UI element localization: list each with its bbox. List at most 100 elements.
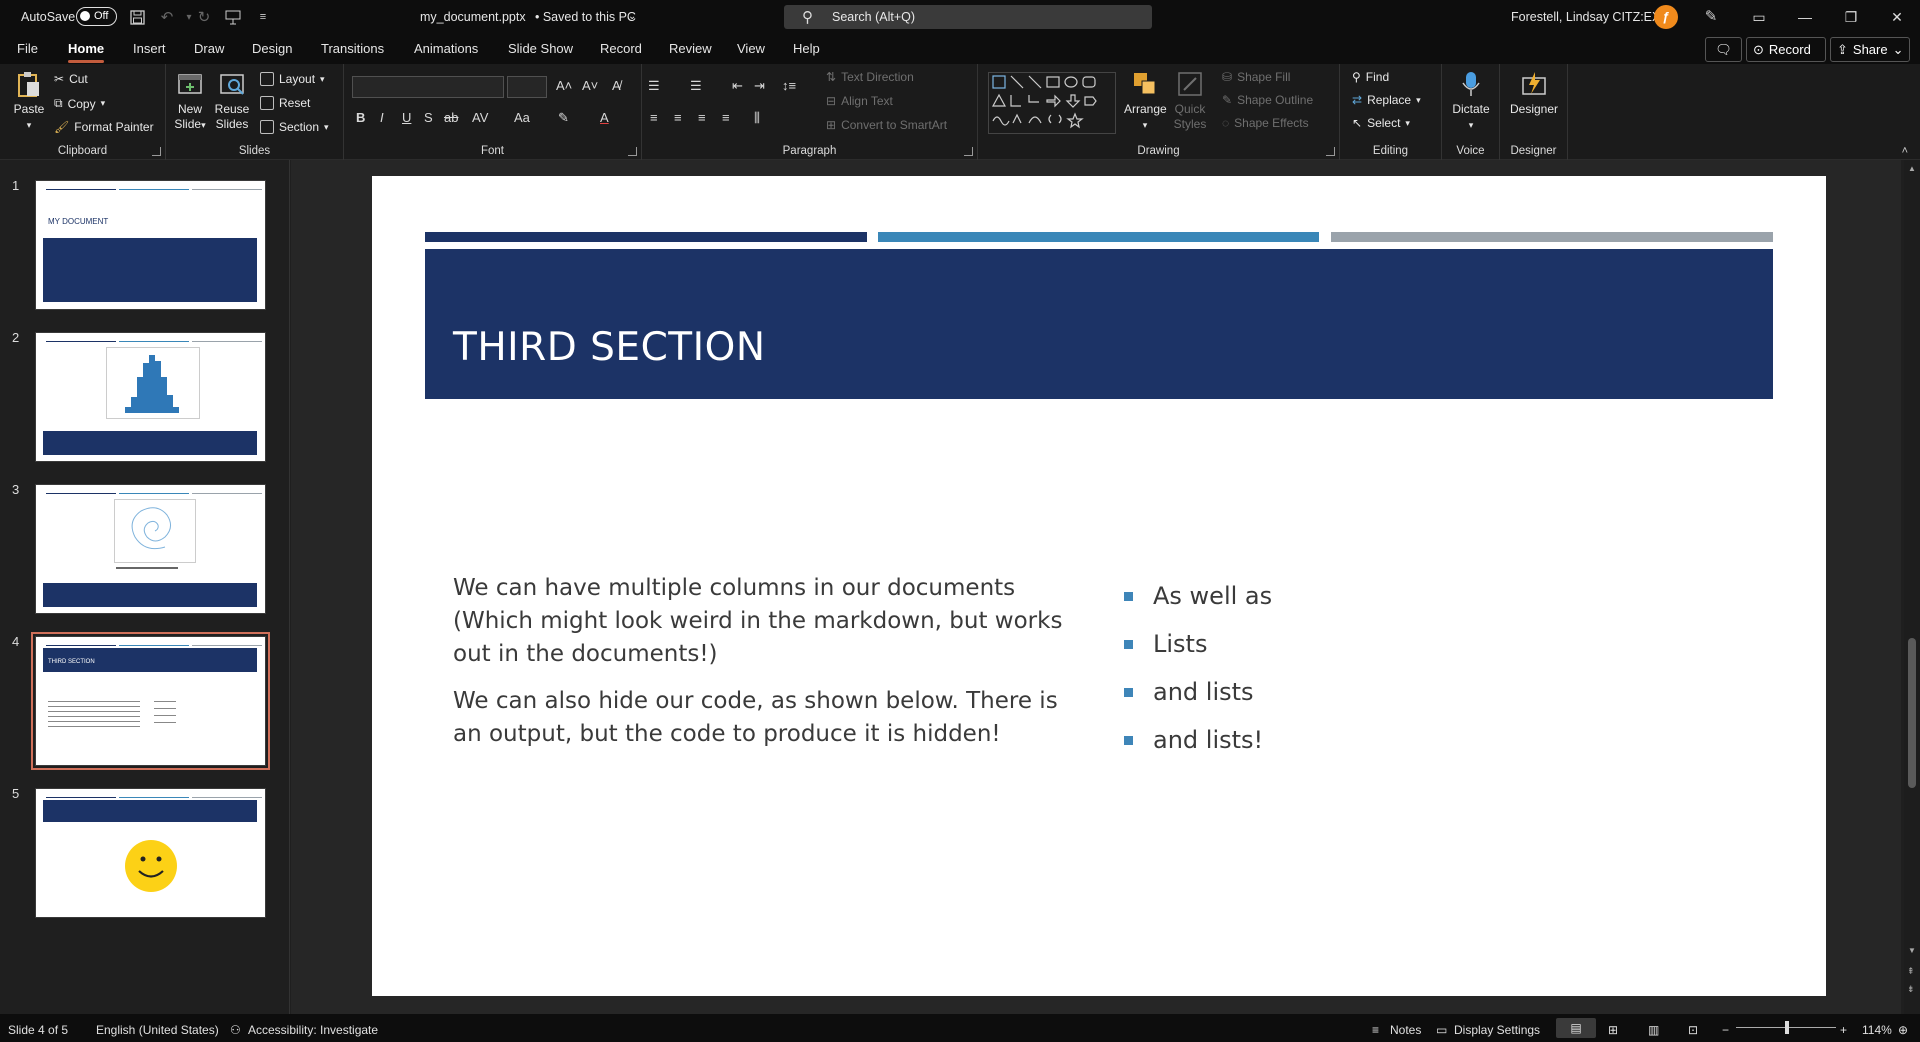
tab-insert[interactable]: Insert (133, 41, 166, 56)
slide-thumbnail-4[interactable]: THIRD SECTION (31, 632, 270, 770)
character-spacing-icon[interactable]: AV (472, 110, 488, 125)
text-direction-button[interactable]: ⇅ Text Direction (826, 70, 914, 84)
tab-slide-show[interactable]: Slide Show (508, 41, 573, 56)
search-box[interactable]: ⚲ Search (Alt+Q) (784, 5, 1152, 29)
zoom-in-icon[interactable]: + (1840, 1023, 1847, 1037)
italic-icon[interactable]: I (380, 110, 384, 125)
display-settings-button[interactable]: Display Settings (1454, 1023, 1540, 1037)
language-status[interactable]: English (United States) (96, 1023, 219, 1037)
next-slide-icon[interactable]: ⇟ (1907, 984, 1915, 995)
accessibility-status[interactable]: Accessibility: Investigate (248, 1023, 378, 1037)
slide-thumbnail-2[interactable] (35, 332, 266, 462)
minimize-icon[interactable]: — (1784, 4, 1826, 30)
change-case-icon[interactable]: Aa (514, 110, 530, 125)
maximize-icon[interactable]: ❐ (1830, 4, 1872, 30)
zoom-out-icon[interactable]: − (1722, 1023, 1729, 1037)
increase-font-size-icon[interactable]: A˄ (556, 78, 572, 93)
tab-help[interactable]: Help (793, 41, 820, 56)
layout-button[interactable]: Layout ▾ (260, 72, 325, 86)
decrease-indent-icon[interactable]: ⇤ (732, 78, 743, 94)
notes-button[interactable]: Notes (1390, 1023, 1421, 1037)
paragraph-launcher-icon[interactable] (964, 147, 973, 156)
drawing-launcher-icon[interactable] (1326, 147, 1335, 156)
tab-draw[interactable]: Draw (194, 41, 224, 56)
align-right-icon[interactable]: ≡ (698, 110, 706, 125)
paste-button[interactable]: Paste ▾ (10, 70, 48, 133)
tab-home[interactable]: Home (68, 41, 105, 63)
underline-icon[interactable]: U (402, 110, 411, 125)
scrollbar-thumb[interactable] (1908, 638, 1916, 788)
left-text-column[interactable]: We can have multiple columns in our docu… (453, 572, 1071, 765)
tab-design[interactable]: Design (252, 41, 292, 56)
increase-indent-icon[interactable]: ⇥ (754, 78, 765, 94)
tab-record[interactable]: Record (600, 41, 642, 56)
collapse-ribbon-icon[interactable]: ˄ (1902, 145, 1908, 157)
decrease-font-size-icon[interactable]: A˅ (582, 78, 598, 93)
line-spacing-icon[interactable]: ↕≡ (782, 78, 796, 93)
close-icon[interactable]: ✕ (1876, 4, 1918, 30)
save-status-chevron-icon[interactable]: ⌄ (628, 11, 636, 22)
shape-effects-button[interactable]: ◌ Shape Effects (1222, 116, 1309, 130)
reuse-slides-button[interactable]: Reuse Slides (214, 70, 250, 132)
font-size-input[interactable] (507, 76, 547, 98)
bullet-list-column[interactable]: As well as Lists and lists and lists! (1124, 572, 1272, 764)
designer-button[interactable]: Designer (1506, 70, 1562, 117)
save-status[interactable]: • Saved to this PC (535, 10, 636, 24)
notes-icon[interactable]: ≡ (1372, 1023, 1379, 1037)
select-button[interactable]: ↖ Select ▾ (1352, 116, 1410, 130)
record-button[interactable]: ⊙ Record (1746, 37, 1826, 62)
comments-button[interactable]: 🗨 (1705, 37, 1742, 62)
redo-icon[interactable]: ↻ (193, 7, 215, 27)
dictate-button[interactable]: Dictate ▾ (1448, 70, 1494, 133)
reset-button[interactable]: Reset (260, 96, 310, 110)
font-color-icon[interactable]: A (600, 110, 609, 125)
align-left-icon[interactable]: ≡ (650, 110, 658, 125)
shape-outline-button[interactable]: ✎ Shape Outline (1222, 93, 1313, 107)
zoom-slider-thumb[interactable] (1785, 1021, 1789, 1034)
tab-transitions[interactable]: Transitions (321, 41, 384, 56)
slide-sorter-icon[interactable]: ⊞ (1608, 1023, 1618, 1037)
text-shadow-icon[interactable]: S (424, 110, 433, 125)
convert-smartart-button[interactable]: ⊞ Convert to SmartArt (826, 118, 947, 132)
user-avatar[interactable]: ƒ (1654, 5, 1678, 29)
accessibility-icon[interactable]: ⚇ (230, 1023, 241, 1037)
tab-file[interactable]: File (17, 41, 38, 56)
fit-to-window-icon[interactable]: ⊕ (1898, 1023, 1908, 1037)
font-launcher-icon[interactable] (628, 147, 637, 156)
align-center-icon[interactable]: ≡ (674, 110, 682, 125)
scroll-up-icon[interactable]: ▲ (1908, 164, 1916, 173)
slide-title[interactable]: THIRD SECTION (453, 325, 766, 370)
columns-icon[interactable]: ⫼ (754, 110, 760, 126)
present-from-beginning-icon[interactable] (222, 7, 244, 27)
clipboard-launcher-icon[interactable] (152, 147, 161, 156)
current-slide[interactable]: THIRD SECTION We can have multiple colum… (372, 176, 1826, 996)
tab-review[interactable]: Review (669, 41, 712, 56)
slide-show-icon[interactable]: ⊡ (1688, 1023, 1698, 1037)
justify-icon[interactable]: ≡ (722, 110, 730, 125)
reading-view-icon[interactable]: ▥ (1648, 1023, 1659, 1037)
shape-fill-button[interactable]: ⛁ Shape Fill (1222, 70, 1290, 84)
bullets-icon[interactable]: ☰ (648, 78, 660, 94)
find-button[interactable]: ⚲ Find (1352, 70, 1389, 84)
scroll-down-icon[interactable]: ▼ (1908, 946, 1916, 955)
save-icon[interactable] (126, 7, 148, 27)
shapes-gallery[interactable] (988, 72, 1116, 134)
zoom-level[interactable]: 114% (1862, 1023, 1892, 1037)
align-text-button[interactable]: ⊟ Align Text (826, 94, 893, 108)
copy-button[interactable]: ⧉ Copy ▾ (54, 96, 105, 111)
pen-icon[interactable]: ✎ (1700, 6, 1722, 26)
slide-thumbnail-1[interactable]: MY DOCUMENT (35, 180, 266, 310)
slide-thumbnail-5[interactable] (35, 788, 266, 918)
undo-icon[interactable]: ↶ (156, 7, 178, 27)
font-name-input[interactable] (352, 76, 504, 98)
arrange-button[interactable]: Arrange ▾ (1124, 70, 1167, 133)
highlight-icon[interactable]: ✎ (558, 110, 569, 126)
previous-slide-icon[interactable]: ⇞ (1907, 966, 1915, 977)
ribbon-display-options-icon[interactable]: ▭ (1738, 4, 1780, 30)
cut-button[interactable]: ✂ Cut (54, 72, 88, 86)
autosave-toggle[interactable]: Off (76, 7, 117, 26)
quick-styles-button[interactable]: Quick Styles (1172, 70, 1208, 132)
customize-toolbar-icon[interactable]: ≡ (252, 7, 274, 27)
format-painter-button[interactable]: 🖌 Format Painter (54, 120, 154, 134)
strikethrough-icon[interactable]: ab (444, 110, 458, 125)
